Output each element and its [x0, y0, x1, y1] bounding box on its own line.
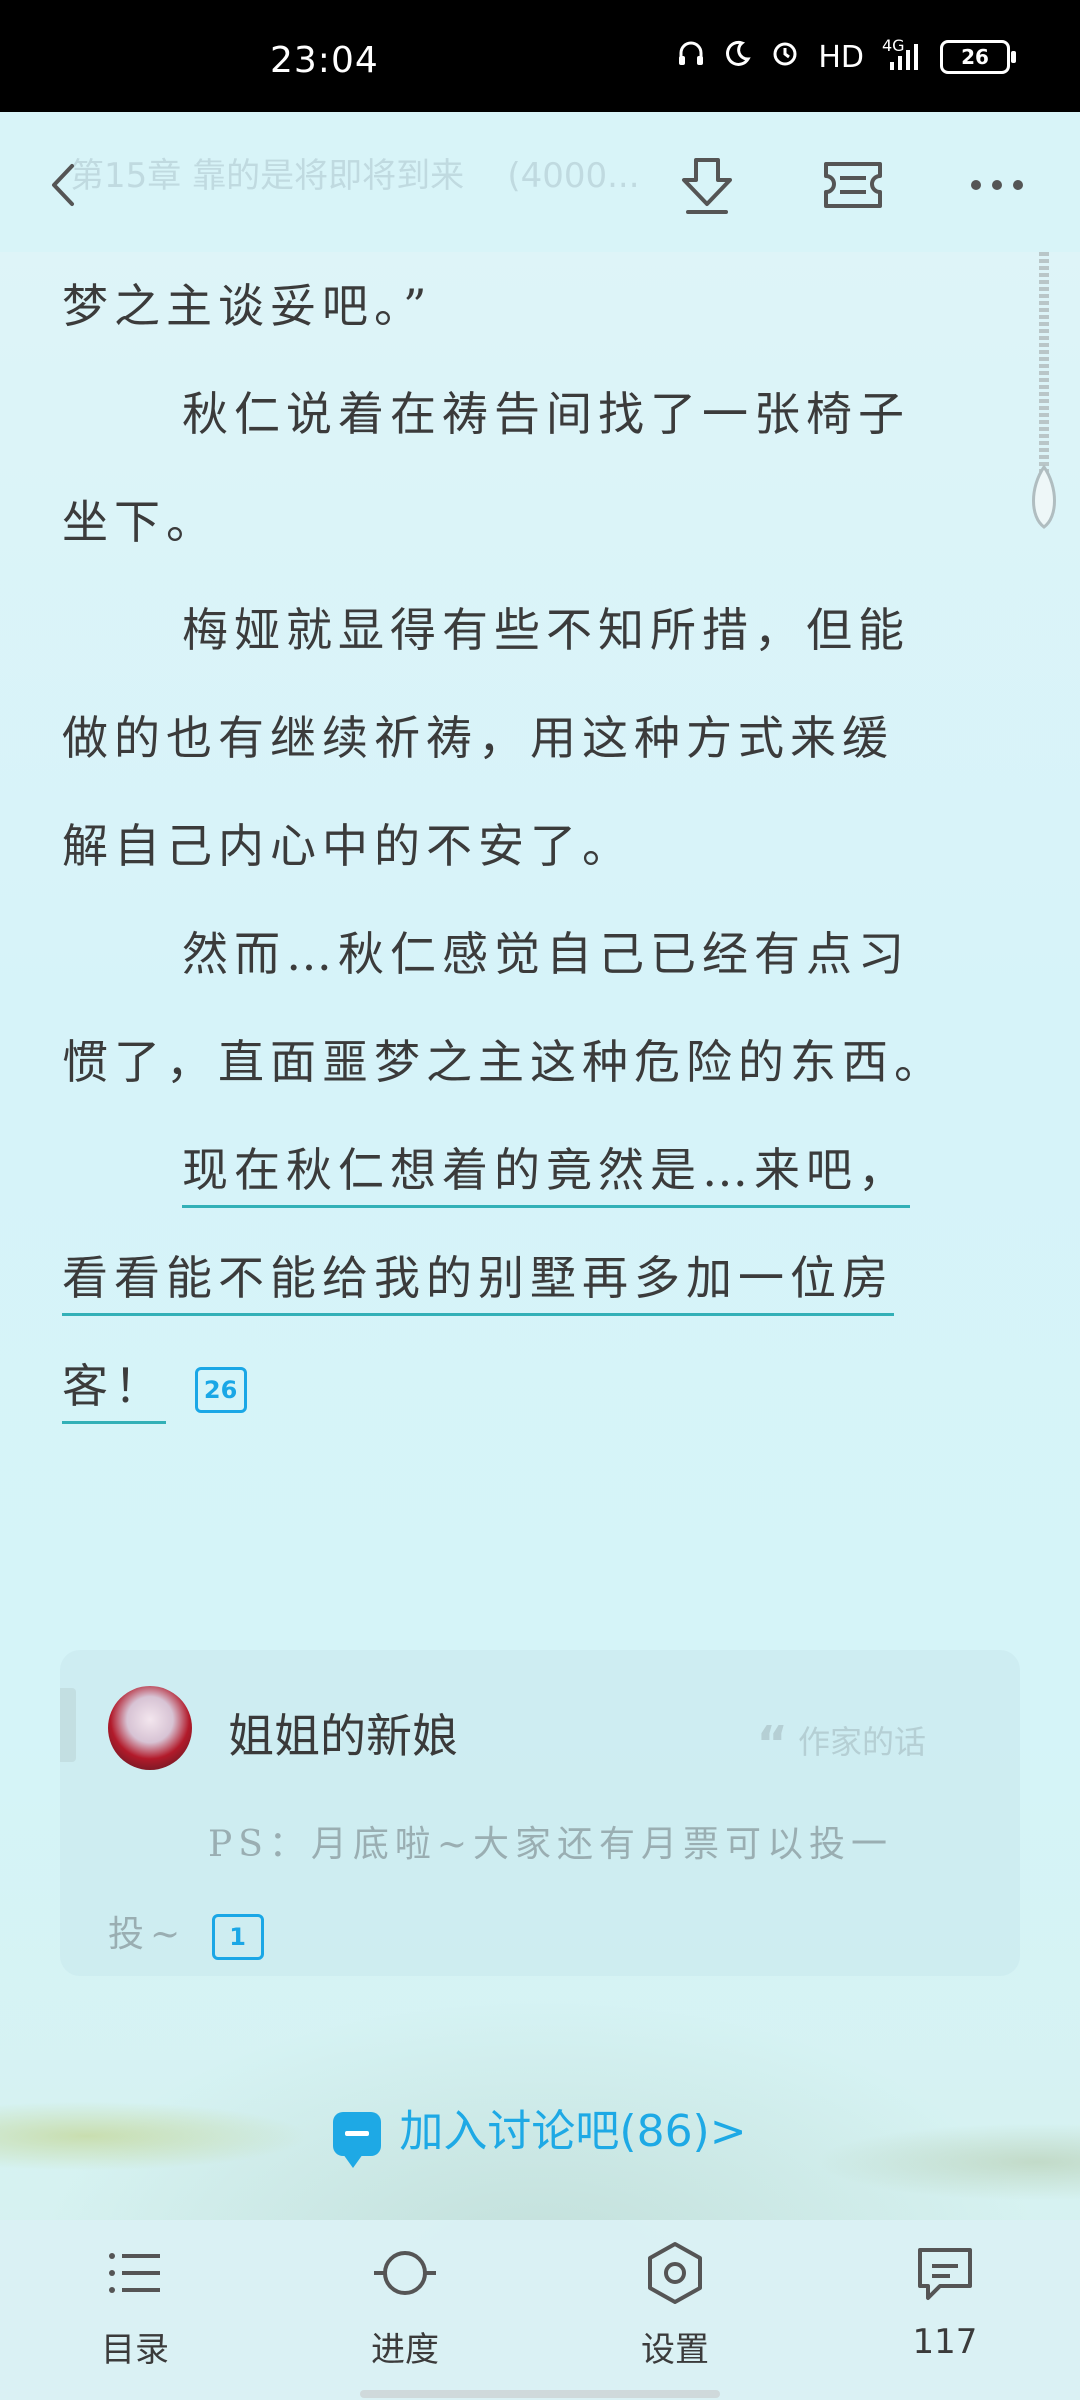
card-tab	[60, 1688, 76, 1762]
list-icon	[100, 2238, 170, 2308]
battery-icon: 26	[940, 40, 1016, 74]
text-line: 坐下。	[62, 495, 218, 549]
text-line: 梅娅就显得有些不知所措，但能	[182, 603, 910, 657]
author-avatar[interactable]	[108, 1686, 192, 1770]
nav-label: 设置	[641, 2330, 709, 2370]
text-line: 做的也有继续祈祷，用这种方式来缓	[62, 711, 894, 765]
moon-icon	[724, 39, 752, 75]
status-time: 23:04	[270, 40, 379, 81]
home-indicator[interactable]	[360, 2390, 720, 2398]
status-icons: HD 4G 26	[676, 36, 1016, 76]
author-message-text: 投~	[108, 1914, 187, 1955]
quote-icon: “	[756, 1716, 788, 1772]
highlighted-paragraph[interactable]: 客！ 26	[62, 1332, 1020, 1440]
nav-progress[interactable]: 进度	[305, 2238, 505, 2371]
settings-icon	[640, 2238, 710, 2308]
comment-icon	[910, 2238, 980, 2308]
network-label: HD	[818, 39, 864, 75]
join-discussion-label: 加入讨论吧(86)>	[399, 2106, 747, 2157]
more-icon[interactable]	[962, 150, 1032, 220]
status-bar: 23:04 HD 4G 26	[0, 0, 1080, 112]
pull-cord-toggle[interactable]	[1024, 252, 1064, 532]
signal-icon: 4G	[882, 36, 922, 72]
text-line: 梦之主谈妥吧。”	[62, 279, 433, 333]
signal-label: 4G	[882, 36, 905, 55]
author-note-card: 姐姐的新娘 “作家的话 PS：月底啦~大家还有月票可以投一 投~ 1	[60, 1650, 1020, 1976]
author-message-line: 投~ 1	[108, 1890, 988, 1980]
join-discussion-link[interactable]: 加入讨论吧(86)>	[0, 2095, 1080, 2168]
text-line: 惯了，直面噩梦之主这种危险的东西。	[62, 1035, 946, 1089]
nav-comments[interactable]: 117	[845, 2238, 1045, 2362]
nav-label: 进度	[371, 2330, 439, 2370]
bottom-nav-bar: 目录 进度 设置 117	[0, 2220, 1080, 2400]
paragraph-comment-badge[interactable]: 26	[194, 1367, 247, 1413]
author-message: PS：月底啦~大家还有月票可以投一 投~ 1	[108, 1800, 988, 1980]
underlined-text[interactable]: 客！	[62, 1359, 166, 1424]
discussion-bubble-icon	[333, 2112, 382, 2168]
download-icon[interactable]	[672, 150, 742, 220]
text-line: 然而…秋仁感觉自己已经有点习	[182, 927, 910, 981]
chapter-title-text: 第15章 靠的是将即将到来	[70, 156, 465, 196]
author-note-tag: “作家的话	[756, 1716, 926, 1772]
alarm-icon	[770, 38, 800, 76]
highlighted-paragraph[interactable]: 看看能不能给我的别墅再多加一位房	[62, 1224, 1020, 1332]
author-comment-badge[interactable]: 1	[211, 1914, 264, 1960]
chapter-content: 梦之主谈妥吧。” 秋仁说着在祷告间找了一张椅子 坐下。 梅娅就显得有些不知所措，…	[62, 252, 1020, 1440]
text-line: 秋仁说着在祷告间找了一张椅子	[182, 387, 910, 441]
back-icon[interactable]	[30, 150, 100, 220]
nav-settings[interactable]: 设置	[575, 2238, 775, 2371]
nav-catalog[interactable]: 目录	[35, 2238, 235, 2371]
chapter-word-count: (4000...	[507, 156, 640, 196]
chapter-title-faint: 第15章 靠的是将即将到来 (4000...	[70, 148, 640, 197]
author-name[interactable]: 姐姐的新娘	[228, 1700, 458, 1766]
highlighted-paragraph[interactable]: 现在秋仁想着的竟然是…来吧，	[62, 1116, 1020, 1224]
nav-label: 目录	[101, 2330, 169, 2370]
nav-label: 117	[912, 2322, 978, 2362]
headphones-icon	[676, 38, 706, 76]
text-line: 解自己内心中的不安了。	[62, 819, 634, 873]
underlined-text[interactable]: 看看能不能给我的别墅再多加一位房	[62, 1251, 894, 1316]
underlined-text[interactable]: 现在秋仁想着的竟然是…来吧，	[182, 1143, 910, 1208]
progress-icon	[370, 2238, 440, 2308]
author-message-line: PS：月底啦~大家还有月票可以投一	[208, 1824, 894, 1865]
author-note-tag-label: 作家的话	[797, 1723, 926, 1761]
ticket-icon[interactable]	[818, 150, 888, 220]
